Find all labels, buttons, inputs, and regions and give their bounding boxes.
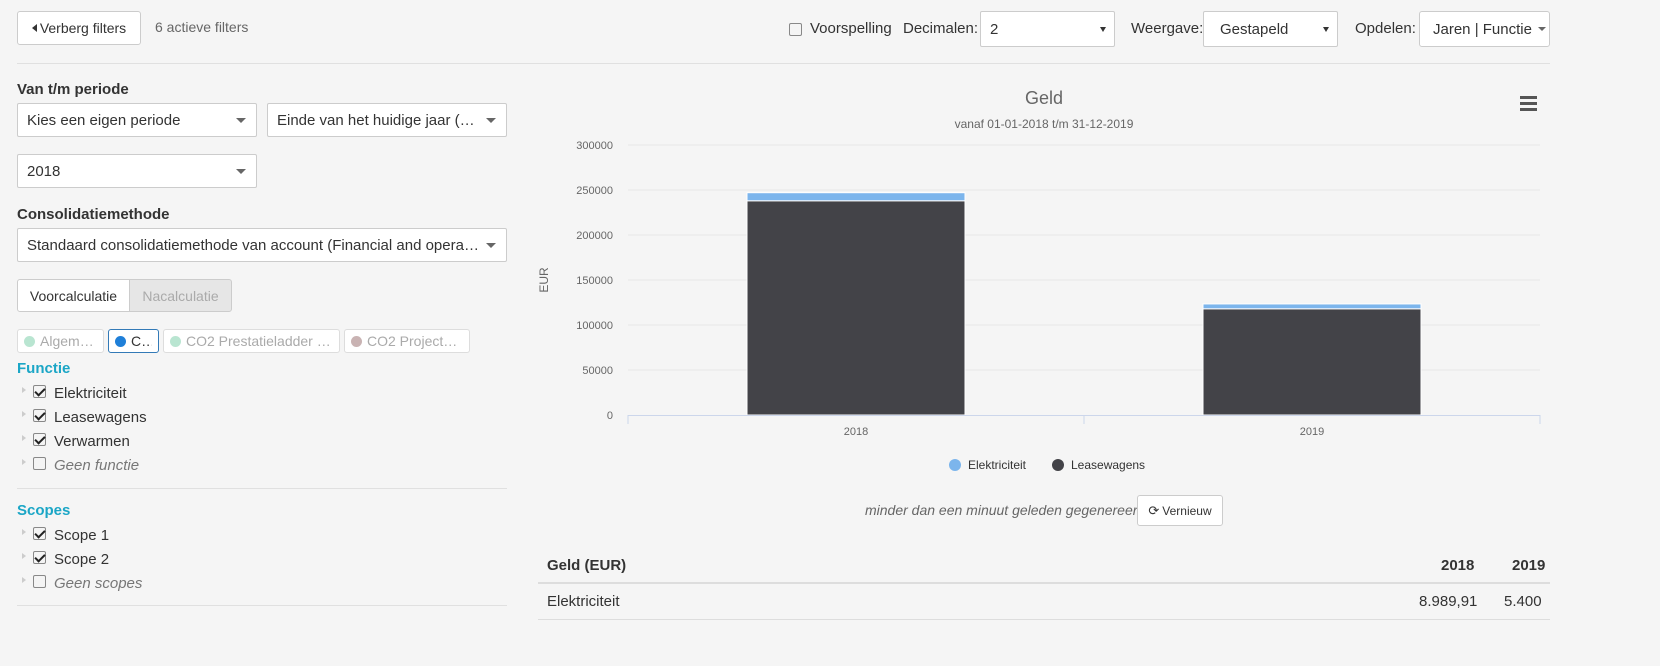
table-row-divider [538, 619, 1550, 620]
refresh-button[interactable]: ⟳ Vernieuw [1137, 495, 1223, 526]
period-heading: Van t/m periode [17, 81, 129, 98]
table-header-2019: 2019 [1512, 557, 1546, 574]
x-tick-label: 2018 [844, 426, 868, 438]
scope-label-2: Scope 2 [54, 551, 110, 568]
bar-elektriciteit-2019 [1202, 303, 1422, 310]
table-row-value-2019: 5.400 [1504, 593, 1542, 610]
legend-label-leasewagens: Leasewagens [1071, 458, 1145, 472]
dropdown-caret-icon [1100, 27, 1106, 32]
expand-icon [22, 387, 26, 393]
dropdown-caret-icon [236, 118, 246, 123]
decimals-select[interactable]: 2 [980, 11, 1115, 47]
period-end-select[interactable]: Einde van het huidige jaar (2… [267, 103, 507, 137]
functie-checkbox-leasewagens[interactable] [33, 409, 46, 422]
y-tick-label: 200000 [576, 230, 613, 242]
scope-label-geen: Geen scopes [54, 575, 143, 592]
functie-heading: Functie [17, 360, 71, 377]
y-tick-label: 250000 [576, 185, 613, 197]
expand-icon [22, 435, 26, 441]
expand-icon [22, 553, 26, 559]
category-dot [351, 335, 362, 347]
scopes-divider [17, 605, 507, 606]
functie-label-elektriciteit: Elektriciteit [54, 385, 127, 402]
y-axis-label: EUR [537, 267, 551, 293]
hide-filters-label: Verberg filters [39, 20, 127, 36]
table-header-2018: 2018 [1441, 557, 1475, 574]
split-dropdown-button[interactable]: Jaren | Functie [1419, 11, 1550, 47]
caret-left-icon [31, 24, 37, 32]
filters-divider [17, 488, 507, 489]
chart-svg: Geld vanaf 01-01-2018 t/m 31-12-2019 EUR… [537, 88, 1541, 472]
view-select[interactable]: Gestapeld [1203, 11, 1338, 47]
dropdown-caret-icon [236, 169, 246, 174]
active-filters-count: 6 actieve filters [155, 19, 249, 35]
chart-title: Geld [1025, 88, 1063, 108]
bar-leasewagens-2019 [1202, 308, 1422, 416]
legend-marker-leasewagens [1052, 459, 1064, 471]
expand-icon [22, 529, 26, 535]
scope-label-1: Scope 1 [54, 527, 110, 544]
scope-checkbox-geen[interactable] [33, 575, 46, 588]
y-tick-label: 100000 [576, 320, 613, 332]
functie-checkbox-elektriciteit[interactable] [33, 385, 46, 398]
consolidation-select[interactable]: Standaard consolidatiemethode van accoun… [17, 228, 507, 262]
caret-down-icon [1537, 27, 1546, 31]
dropdown-caret-icon [486, 118, 496, 123]
category-dot [24, 335, 35, 347]
period-start-select[interactable]: Kies een eigen periode [17, 103, 257, 137]
table-row-label: Elektriciteit [547, 593, 620, 610]
chart-subtitle: vanaf 01-01-2018 t/m 31-12-2019 [955, 117, 1134, 131]
table-header-divider [538, 582, 1550, 584]
category-pill-algemeen[interactable]: Algemeen [17, 329, 104, 353]
tab-voorcalculatie[interactable]: Voorcalculatie [17, 279, 130, 312]
toolbar-divider [17, 63, 1550, 64]
expand-icon [22, 411, 26, 417]
functie-checkbox-geen-functie[interactable] [33, 457, 46, 470]
category-pill-co2-prestatieladder[interactable]: CO2 Prestatieladder as… [163, 329, 340, 353]
year-select[interactable]: 2018 [17, 154, 257, 188]
y-tick-label: 150000 [576, 275, 613, 287]
y-tick-label: 0 [607, 410, 613, 422]
forecast-checkbox[interactable] [789, 23, 802, 36]
category-dot [170, 335, 181, 347]
expand-icon [22, 577, 26, 583]
x-tick-label: 2019 [1300, 426, 1324, 438]
decimals-label: Decimalen: [903, 20, 979, 37]
scopes-heading: Scopes [17, 502, 71, 519]
generated-status: minder dan een minuut geleden gegenereer… [865, 502, 1146, 518]
expand-icon [22, 459, 26, 465]
table-row-value-2018: 8.989,91 [1419, 593, 1478, 610]
y-tick-label: 50000 [582, 365, 613, 377]
functie-checkbox-verwarmen[interactable] [33, 433, 46, 446]
bar-leasewagens-2018 [746, 200, 966, 416]
bar-elektriciteit-2018 [746, 192, 966, 202]
dropdown-caret-icon [1323, 27, 1329, 32]
functie-label-verwarmen: Verwarmen [54, 433, 130, 450]
scope-checkbox-1[interactable] [33, 527, 46, 540]
functie-label-geen-functie: Geen functie [54, 457, 140, 474]
chart-menu-icon[interactable] [1520, 96, 1537, 111]
refresh-icon: ⟳ [1148, 502, 1160, 518]
legend-label-elektriciteit: Elektriciteit [968, 458, 1027, 472]
legend-marker-elektriciteit [949, 459, 961, 471]
category-dot [115, 335, 126, 347]
tab-nacalculatie[interactable]: Nacalculatie [129, 279, 232, 312]
forecast-label: Voorspelling [810, 20, 892, 37]
split-label: Opdelen: [1355, 20, 1416, 37]
dropdown-caret-icon [486, 243, 496, 248]
view-label: Weergave: [1131, 20, 1204, 37]
scope-checkbox-2[interactable] [33, 551, 46, 564]
consolidation-heading: Consolidatiemethode [17, 206, 170, 223]
category-pill-co2[interactable]: CO2 [108, 329, 159, 353]
table-header-label: Geld (EUR) [547, 557, 627, 574]
y-tick-label: 300000 [576, 140, 613, 152]
category-pill-co2-projectplan[interactable]: CO2 Projectplan [344, 329, 470, 353]
hide-filters-button[interactable]: Verberg filters [17, 11, 141, 45]
functie-label-leasewagens: Leasewagens [54, 409, 147, 426]
